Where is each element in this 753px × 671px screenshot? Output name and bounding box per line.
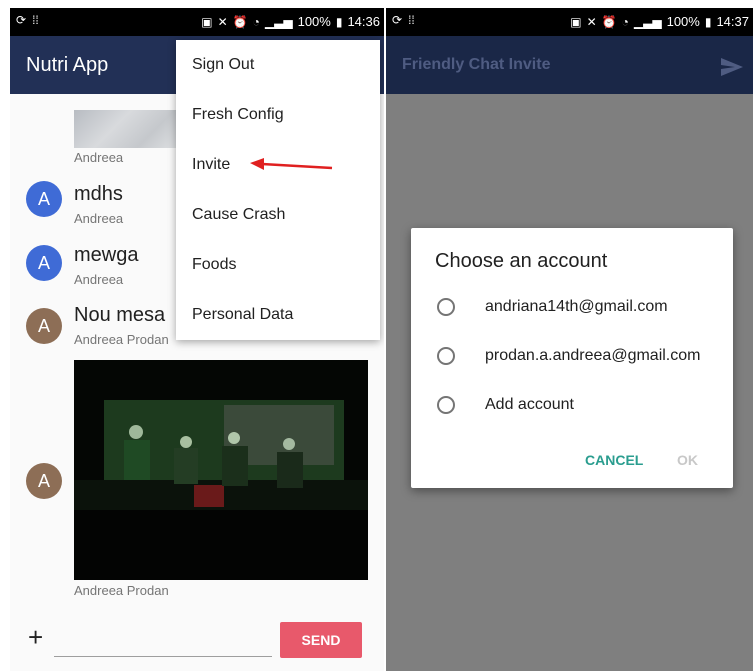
avatar: A xyxy=(26,308,62,344)
mute-icon: ✕ xyxy=(217,14,228,29)
send-button[interactable]: SEND xyxy=(280,622,362,658)
alarm-icon: ⏰ xyxy=(601,14,617,29)
cast-icon: ▣ xyxy=(201,14,213,29)
battery-icon: ▮ xyxy=(335,14,343,29)
radio-button[interactable] xyxy=(437,396,455,414)
menu-item-invite[interactable]: Invite xyxy=(192,156,230,206)
battery-icon: ▮ xyxy=(704,14,712,29)
radio-button[interactable] xyxy=(437,347,455,365)
sync-icon: ⟳ xyxy=(16,13,27,27)
battery-percent: 100% xyxy=(297,14,331,29)
account-chooser-screen: ⟳ ⁞⁞ ▣ ✕ ⏰ ◔ ▁▃▅ 100% ▮ 14:37 Friendly C… xyxy=(386,8,753,671)
message-sender: Andreea xyxy=(74,272,124,287)
message-text: mewga xyxy=(74,244,139,266)
apps-icon: ⁞⁞ xyxy=(32,13,39,27)
signal-icon: ▁▃▅ xyxy=(264,14,293,29)
avatar: A xyxy=(26,181,62,217)
message-composer: + SEND xyxy=(10,614,384,664)
avatar: A xyxy=(26,463,62,499)
account-email: prodan.a.andreea@gmail.com xyxy=(485,347,701,364)
message-photo[interactable] xyxy=(74,360,368,580)
wifi-icon: ◔ xyxy=(252,14,260,29)
wifi-icon: ◔ xyxy=(621,14,629,29)
cancel-button[interactable]: CANCEL xyxy=(585,452,643,468)
message-sender: Andreea Prodan xyxy=(74,332,169,347)
avatar: A xyxy=(26,245,62,281)
message-sender: Andreea xyxy=(74,150,124,165)
app-title: Nutri App xyxy=(26,54,109,76)
message-text: Nou mesa xyxy=(74,304,166,326)
overflow-menu: Sign Out Fresh Config Invite Cause Crash… xyxy=(176,40,380,340)
radio-button[interactable] xyxy=(437,298,455,316)
concert-photo-graphic xyxy=(74,360,368,580)
clock: 14:37 xyxy=(716,14,749,29)
mute-icon: ✕ xyxy=(586,14,597,29)
clock: 14:36 xyxy=(347,14,380,29)
menu-item-sign-out[interactable]: Sign Out xyxy=(192,56,254,106)
add-account-label: Add account xyxy=(485,396,574,413)
add-attachment-button[interactable]: + xyxy=(28,622,43,653)
apps-icon: ⁞⁞ xyxy=(408,13,415,27)
menu-item-foods[interactable]: Foods xyxy=(192,256,236,306)
app-bar: Friendly Chat Invite xyxy=(386,36,753,94)
account-chooser-dialog: Choose an account andriana14th@gmail.com… xyxy=(411,228,733,488)
menu-item-cause-crash[interactable]: Cause Crash xyxy=(192,206,285,256)
account-email: andriana14th@gmail.com xyxy=(485,298,668,315)
battery-percent: 100% xyxy=(666,14,700,29)
sync-icon: ⟳ xyxy=(392,13,403,27)
add-account-option[interactable]: Add account xyxy=(435,390,725,426)
status-bar: ⟳ ⁞⁞ ▣ ✕ ⏰ ◔ ▁▃▅ 100% ▮ 14:37 xyxy=(386,8,753,36)
nutri-app-screen: ⟳ ⁞⁞ ▣ ✕ ⏰ ◔ ▁▃▅ 100% ▮ 14:36 Nutri App … xyxy=(10,8,384,671)
menu-item-fresh-config[interactable]: Fresh Config xyxy=(192,106,284,156)
signal-icon: ▁▃▅ xyxy=(633,14,662,29)
message-sender: Andreea xyxy=(74,211,124,226)
message-image[interactable] xyxy=(74,110,180,148)
message-sender: Andreea Prodan xyxy=(74,583,169,598)
message-text: mdhs xyxy=(74,183,123,205)
ok-button[interactable]: OK xyxy=(677,452,698,468)
menu-item-personal-data[interactable]: Personal Data xyxy=(192,306,293,356)
dialog-title: Choose an account xyxy=(435,250,608,272)
red-arrow-annotation xyxy=(250,158,333,170)
cast-icon: ▣ xyxy=(570,14,582,29)
send-icon[interactable] xyxy=(721,58,743,76)
alarm-icon: ⏰ xyxy=(232,14,248,29)
message-input[interactable] xyxy=(54,632,272,657)
account-option[interactable]: prodan.a.andreea@gmail.com xyxy=(435,341,725,377)
account-option[interactable]: andriana14th@gmail.com xyxy=(435,292,725,328)
status-bar: ⟳ ⁞⁞ ▣ ✕ ⏰ ◔ ▁▃▅ 100% ▮ 14:36 xyxy=(10,8,384,36)
app-title: Friendly Chat Invite xyxy=(402,56,551,73)
